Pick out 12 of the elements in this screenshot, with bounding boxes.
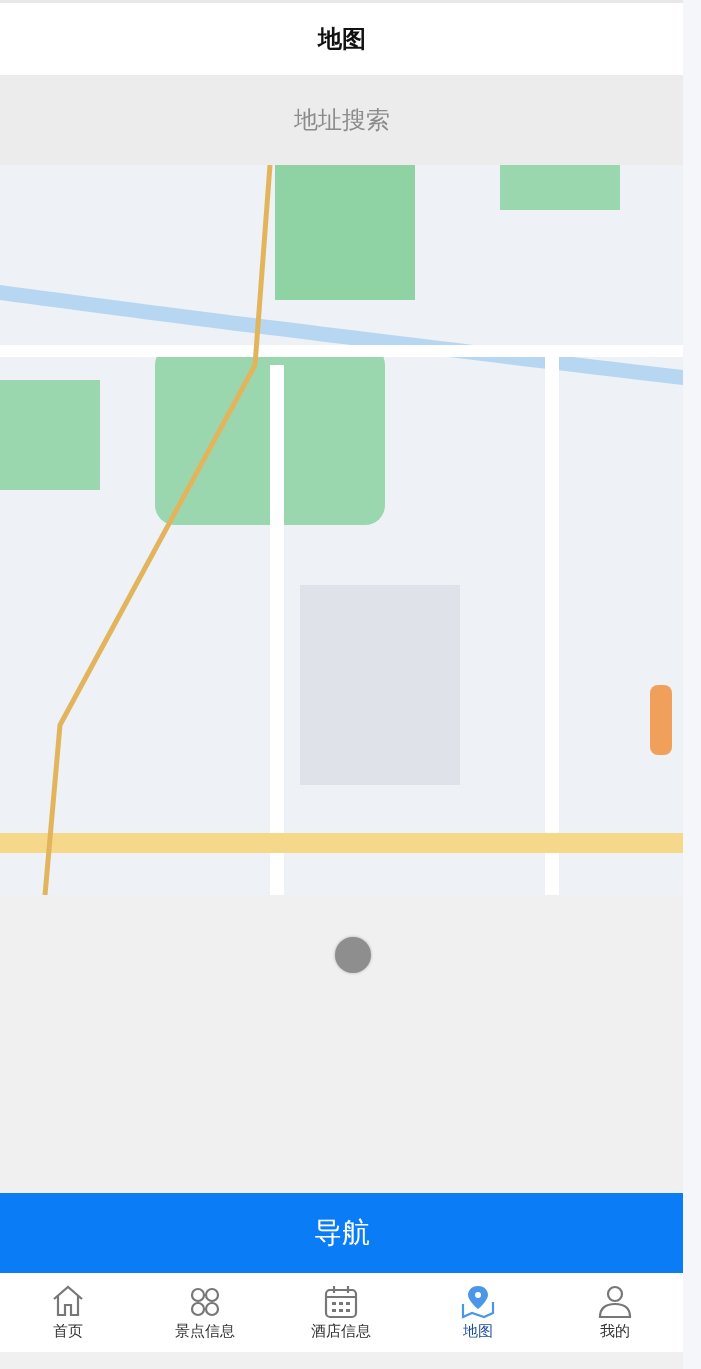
tab-item[interactable]: 景点信息 [136,1273,274,1352]
map-pin-icon [460,1284,497,1320]
navigate-button[interactable]: 导航 [0,1193,683,1273]
tab-item[interactable]: 我的 [546,1273,683,1352]
loading-indicator [334,937,371,973]
page-title: 地图 [317,24,366,55]
person-icon [596,1284,633,1320]
search-field[interactable]: 地址搜索 [189,105,494,135]
calendar-icon [323,1284,360,1320]
tab-item[interactable]: 地图 [409,1273,547,1352]
tab-item[interactable]: 酒店信息 [273,1273,410,1352]
tab-item[interactable]: 首页 [0,1273,137,1352]
